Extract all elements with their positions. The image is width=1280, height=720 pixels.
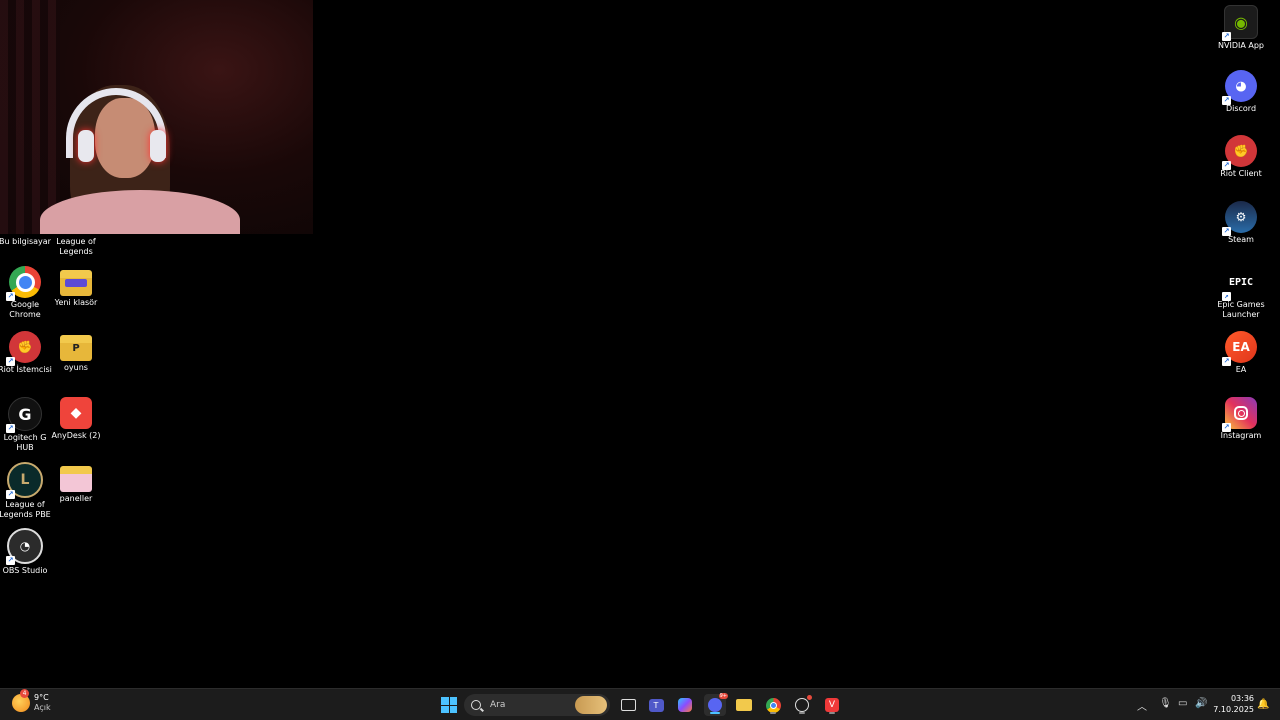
desktop-icon-riot-client[interactable]: ✊ ↗ Riot Client xyxy=(1213,135,1269,179)
discord-taskbar-button[interactable]: 9+ xyxy=(704,693,728,716)
desktop-icon-logitech-g-hub[interactable]: G ↗ Logitech G HUB xyxy=(0,397,53,453)
desktop-icon-nvidia-app[interactable]: ◉ ↗ NVIDIA App xyxy=(1213,5,1269,51)
desktop-icon-instagram[interactable]: ↗ Instagram xyxy=(1213,397,1269,441)
weather-badge: 4 xyxy=(20,689,29,698)
search-highlight-image xyxy=(575,696,607,714)
task-view-icon xyxy=(620,699,636,711)
desktop-icon-paneller[interactable]: paneller xyxy=(48,462,104,504)
obs-icon xyxy=(795,695,812,712)
desktop-icon-label: Logitech G HUB xyxy=(3,433,47,452)
desktop-icon-discord[interactable]: ◕ ↗ Discord xyxy=(1213,70,1269,114)
search-placeholder: Ara xyxy=(490,700,506,710)
microphone-icon[interactable]: 🎙 xyxy=(1159,698,1172,709)
steam-icon: ⚙ ↗ xyxy=(1222,201,1257,236)
anydesk-icon: ◆ xyxy=(60,397,92,429)
search-icon xyxy=(471,700,481,710)
desktop-icon-obs-studio[interactable]: ◔ ↗ OBS Studio xyxy=(0,528,53,576)
desktop-icon-ea[interactable]: EA ↗ EA xyxy=(1213,331,1269,375)
desktop-icon-riot-client-tr[interactable]: ✊ ↗ Riot İstemcisi xyxy=(0,331,53,375)
instagram-icon: ↗ xyxy=(1222,397,1257,432)
desktop-icon-label: Discord xyxy=(1225,104,1257,113)
chrome-icon: ↗ xyxy=(6,266,41,301)
desktop-icon-label: League of Legends xyxy=(56,237,96,256)
copilot-button[interactable] xyxy=(674,694,696,716)
folder-icon xyxy=(60,270,92,296)
chrome-taskbar-button[interactable] xyxy=(762,694,784,716)
desktop-icon-label: Riot İstemcisi xyxy=(0,365,52,374)
discord-icon: ◕ ↗ xyxy=(1222,70,1257,105)
desktop-icon-anydesk[interactable]: ◆ AnyDesk (2) xyxy=(48,397,104,441)
desktop-icon-this-pc[interactable]: Bu bilgisayar xyxy=(0,235,53,247)
weather-widget[interactable]: 4 9°C Açık xyxy=(12,689,51,713)
desktop-icon-label: OBS Studio xyxy=(2,566,48,575)
teams-button[interactable]: T xyxy=(645,694,667,716)
discord-taskbar-icon: 9+ xyxy=(708,693,728,712)
vivaldi-button[interactable]: V xyxy=(821,694,843,716)
desktop-icon-label: Yeni klasör xyxy=(54,298,98,307)
volume-icon[interactable]: 🔊 xyxy=(1195,698,1207,709)
desktop-icon-league-of-legends[interactable]: League of Legends xyxy=(48,235,104,257)
start-button[interactable] xyxy=(438,694,460,716)
weather-condition: Açık xyxy=(34,703,51,712)
copilot-icon xyxy=(678,698,692,712)
file-explorer-button[interactable] xyxy=(733,694,755,716)
task-view-button[interactable] xyxy=(617,694,639,716)
desktop-icon-label: oyuns xyxy=(64,363,88,372)
clock-time: 03:36 xyxy=(1230,694,1254,703)
notification-bell-icon[interactable]: 🔔 xyxy=(1257,699,1269,711)
riot-icon: ✊ ↗ xyxy=(1222,135,1257,170)
nvidia-icon: ◉ ↗ xyxy=(1222,5,1258,41)
webcam-overlay xyxy=(0,0,313,234)
network-icon[interactable]: ▭ xyxy=(1178,698,1187,709)
desktop-icon-label: Epic Games Launcher xyxy=(1217,300,1265,319)
logitech-icon: G ↗ xyxy=(6,397,42,433)
desktop-icon-label: Riot Client xyxy=(1220,169,1262,178)
folder-icon: P xyxy=(60,335,92,361)
obs-icon: ◔ ↗ xyxy=(6,528,43,565)
clock-date: 7.10.2025 xyxy=(1213,705,1254,714)
weather-temp: 9°C xyxy=(34,693,49,702)
desktop-icon-label: Steam xyxy=(1228,235,1254,244)
desktop-icon-new-folder[interactable]: Yeni klasör xyxy=(48,266,104,308)
lol-pbe-icon: L ↗ xyxy=(6,462,43,499)
ea-icon: EA ↗ xyxy=(1222,331,1257,366)
desktop-icon-label: NVIDIA App xyxy=(1218,41,1264,50)
vivaldi-icon: V xyxy=(825,698,839,712)
windows-icon xyxy=(441,697,457,713)
riot-icon: ✊ ↗ xyxy=(6,331,41,366)
taskbar: 4 9°C Açık Ara T 9+ V ︿ 🎙 ▭ 🔊 03:36 7.10… xyxy=(0,688,1280,720)
desktop-icon-google-chrome[interactable]: ↗ Google Chrome xyxy=(0,266,53,320)
epic-icon: EPIC ↗ xyxy=(1222,266,1257,301)
desktop-icon-label: EA xyxy=(1235,365,1247,374)
show-hidden-icons-chevron-icon[interactable]: ︿ xyxy=(1137,698,1147,713)
desktop-icon-label: Bu bilgisayar xyxy=(0,237,51,246)
obs-taskbar-button[interactable] xyxy=(791,694,813,716)
weather-icon: 4 xyxy=(12,689,30,712)
folder-icon xyxy=(60,466,92,492)
desktop-icon-lol-pbe[interactable]: L ↗ League of Legends PBE xyxy=(0,462,53,520)
clock[interactable]: 03:36 7.10.2025 xyxy=(1212,693,1254,715)
folder-icon xyxy=(736,699,752,711)
search-box[interactable]: Ara xyxy=(464,694,610,716)
desktop-icon-label: AnyDesk (2) xyxy=(51,431,101,440)
chrome-icon xyxy=(765,697,781,713)
teams-icon: T xyxy=(648,698,664,712)
desktop-icon-oyuns[interactable]: P oyuns xyxy=(48,331,104,373)
desktop-icon-label: Instagram xyxy=(1220,431,1262,440)
desktop-icon-epic-games[interactable]: EPIC ↗ Epic Games Launcher xyxy=(1213,266,1269,320)
desktop-icon-label: League of Legends PBE xyxy=(0,500,51,519)
desktop-icon-label: paneller xyxy=(59,494,93,503)
desktop-icon-label: Google Chrome xyxy=(9,300,41,319)
discord-badge: 9+ xyxy=(718,693,728,699)
desktop-icon-steam[interactable]: ⚙ ↗ Steam xyxy=(1213,201,1269,245)
